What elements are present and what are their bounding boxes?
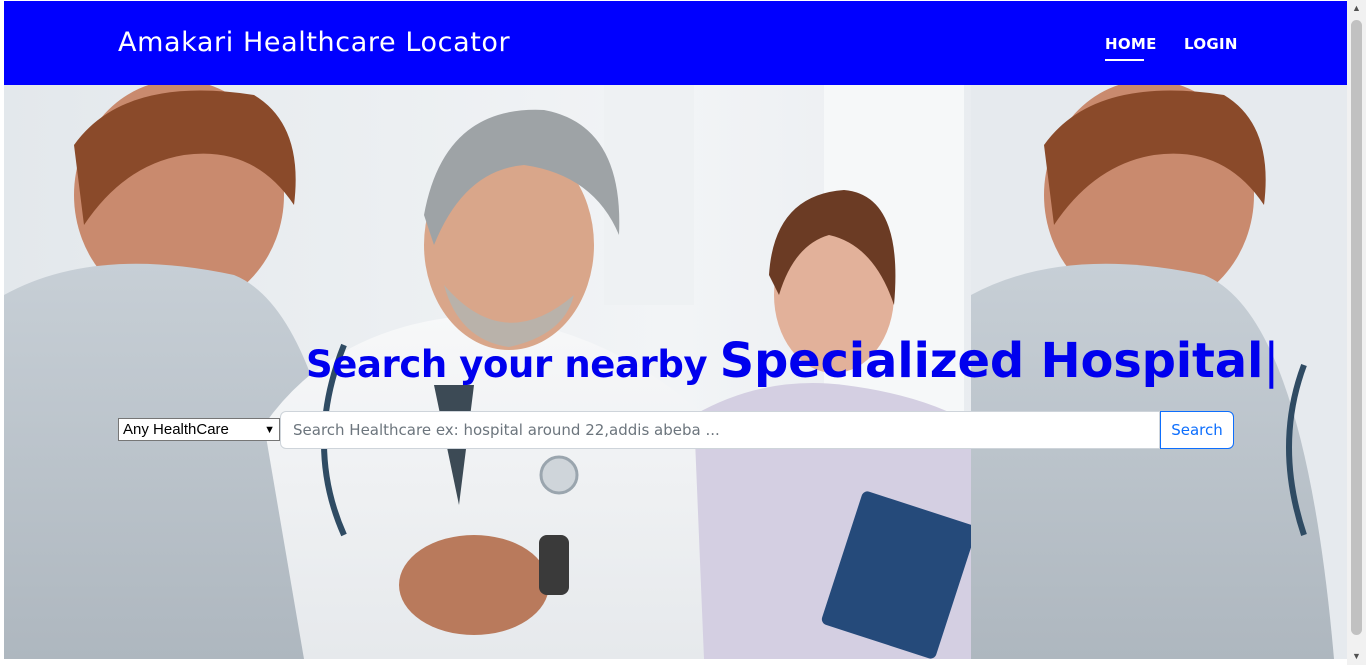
healthcare-type-select[interactable]: Any HealthCare ▼ bbox=[118, 418, 280, 441]
triangle-up-icon[interactable]: ▲ bbox=[1347, 0, 1366, 17]
page: Amakari Healthcare Locator HOME LOGIN Se… bbox=[4, 1, 1347, 659]
search-input[interactable] bbox=[280, 411, 1160, 449]
scrollbar-thumb[interactable] bbox=[1351, 20, 1362, 635]
headline-typed-text: Specialized Hospital bbox=[719, 333, 1264, 389]
browser-viewport: Amakari Healthcare Locator HOME LOGIN Se… bbox=[0, 0, 1366, 665]
nav-active-indicator bbox=[1105, 59, 1144, 61]
headline-lead-text: Search your nearby bbox=[306, 343, 720, 386]
nav-home-link[interactable]: HOME bbox=[1105, 35, 1157, 53]
vertical-scrollbar[interactable]: ▲ ▼ bbox=[1347, 0, 1366, 665]
search-button[interactable]: Search bbox=[1160, 411, 1234, 449]
typing-cursor: | bbox=[1263, 333, 1280, 389]
hero-headline: Search your nearby Specialized Hospital| bbox=[306, 333, 1279, 389]
navbar: Amakari Healthcare Locator HOME LOGIN bbox=[4, 1, 1347, 85]
brand-title[interactable]: Amakari Healthcare Locator bbox=[118, 27, 510, 58]
nav-login-link[interactable]: LOGIN bbox=[1184, 35, 1238, 53]
triangle-down-icon[interactable]: ▼ bbox=[1347, 648, 1366, 665]
hero-section: Search your nearby Specialized Hospital|… bbox=[4, 85, 1347, 659]
chevron-down-icon: ▼ bbox=[264, 424, 275, 436]
healthcare-type-selected: Any HealthCare bbox=[123, 421, 229, 438]
